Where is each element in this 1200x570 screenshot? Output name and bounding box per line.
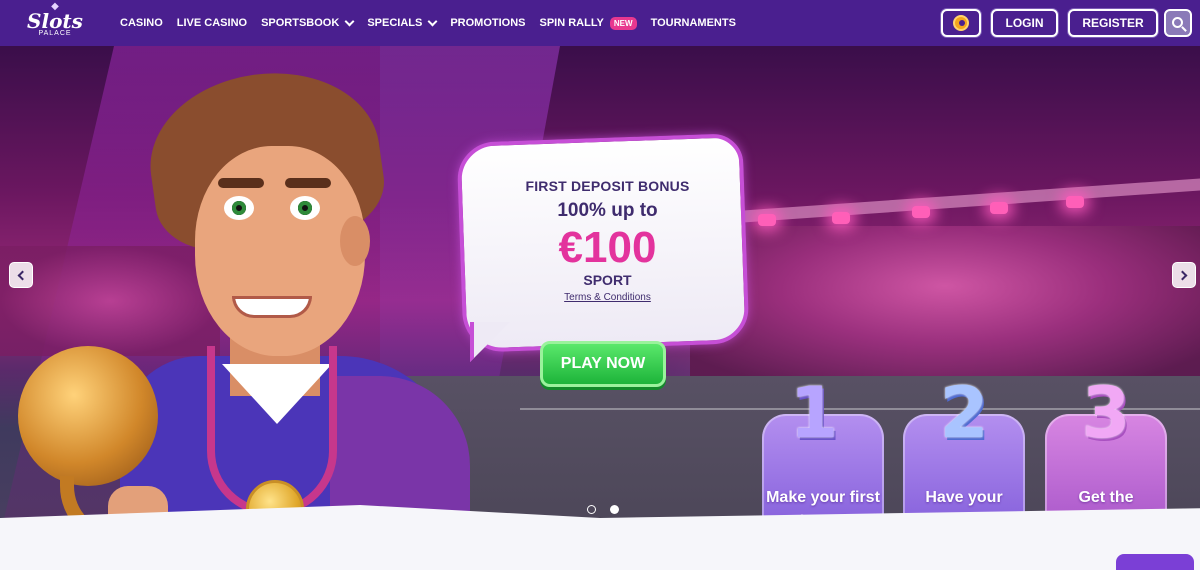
main-nav: CASINO LIVE CASINO SPORTSBOOK SPECIALS P… xyxy=(120,0,750,46)
new-badge: NEW xyxy=(609,16,637,30)
stadium-light xyxy=(832,212,850,224)
logo-word: Slots xyxy=(27,9,83,33)
chevron-down-icon xyxy=(344,16,355,26)
nav-label: SPORTSBOOK xyxy=(261,17,340,29)
search-button[interactable] xyxy=(1164,9,1192,37)
stadium-light xyxy=(912,206,930,218)
character-ear xyxy=(340,216,370,266)
nav-label: TOURNAMENTS xyxy=(650,17,736,29)
stadium-light xyxy=(1066,196,1084,208)
hero-banner: FIRST DEPOSIT BONUS 100% up to €100 SPOR… xyxy=(0,46,1200,536)
step-number-2: 2 xyxy=(939,372,989,454)
promo-category: SPORT xyxy=(583,272,632,288)
nav-label: PROMOTIONS xyxy=(450,17,526,29)
nav-specials[interactable]: SPECIALS xyxy=(367,16,438,29)
promo-headline: FIRST DEPOSIT BONUS xyxy=(525,178,690,194)
carousel-next-button[interactable] xyxy=(1172,262,1196,288)
carousel-dot-1[interactable] xyxy=(587,505,596,514)
chevron-right-icon xyxy=(1177,270,1188,280)
nav-tournaments[interactable]: TOURNAMENTS xyxy=(651,17,736,29)
step-number-1: 1 xyxy=(789,372,839,454)
promo-subline: 100% up to xyxy=(557,200,658,221)
coins-button[interactable] xyxy=(941,9,981,37)
character-eye xyxy=(224,196,254,220)
terms-link[interactable]: Terms & Conditions xyxy=(470,292,745,303)
character-smile xyxy=(232,296,312,318)
nav-label: SPIN RALLY xyxy=(539,17,604,29)
nav-casino[interactable]: CASINO xyxy=(120,17,163,29)
chat-widget-tab[interactable] xyxy=(1116,554,1194,570)
carousel-dot-2-active[interactable] xyxy=(610,505,619,514)
stadium-crowd-left xyxy=(0,246,220,356)
coin-icon xyxy=(953,15,969,31)
character-eyebrow xyxy=(285,178,331,188)
top-navbar: ◆ Slots PALACE CASINO LIVE CASINO SPORTS… xyxy=(0,0,1200,46)
step-number-3: 3 xyxy=(1081,372,1131,454)
nav-live-casino[interactable]: LIVE CASINO xyxy=(177,17,247,29)
site-logo[interactable]: ◆ Slots PALACE xyxy=(20,2,90,44)
nav-label: SPECIALS xyxy=(367,17,423,29)
stadium-crowd xyxy=(690,226,1200,376)
carousel-prev-button[interactable] xyxy=(9,262,33,288)
nav-promotions[interactable]: PROMOTIONS xyxy=(450,17,525,29)
character-eyebrow xyxy=(218,178,264,188)
trophy-ball-icon xyxy=(18,346,158,486)
chevron-down-icon xyxy=(427,16,438,26)
play-now-button[interactable]: PLAY NOW xyxy=(540,341,666,387)
promo-text: FIRST DEPOSIT BONUS 100% up to €100 SPOR… xyxy=(470,178,745,303)
chevron-left-icon xyxy=(17,270,28,280)
nav-sportsbook[interactable]: SPORTSBOOK xyxy=(261,16,355,29)
nav-label: LIVE CASINO xyxy=(176,17,248,29)
register-button[interactable]: REGISTER xyxy=(1068,9,1158,37)
nav-label: CASINO xyxy=(120,17,163,29)
page: ◆ Slots PALACE CASINO LIVE CASINO SPORTS… xyxy=(0,0,1200,570)
login-button[interactable]: LOGIN xyxy=(991,9,1058,37)
character-eye xyxy=(290,196,320,220)
nav-spin-rally[interactable]: SPIN RALLY NEW xyxy=(539,16,637,30)
stadium-light xyxy=(758,214,776,226)
stadium-light xyxy=(990,202,1008,214)
promo-amount: €100 xyxy=(558,223,657,272)
search-icon xyxy=(1171,16,1183,28)
